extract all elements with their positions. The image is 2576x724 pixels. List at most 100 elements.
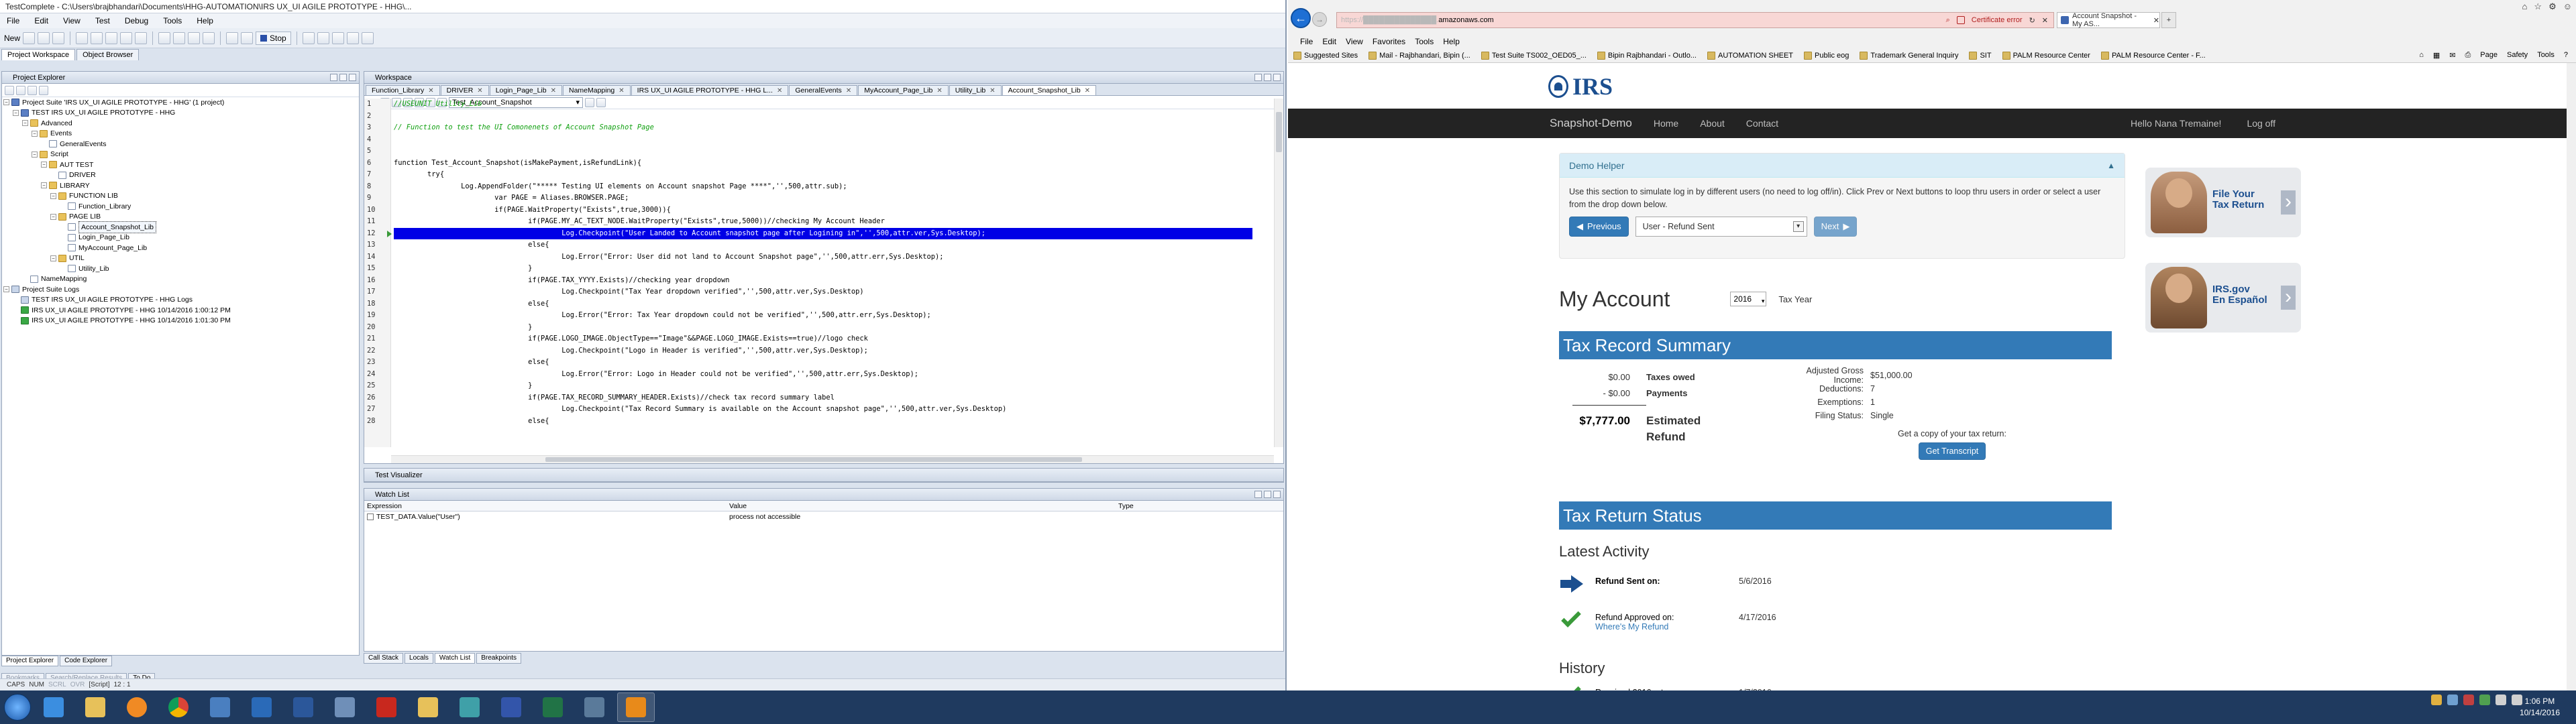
taskbar-media[interactable] [118,692,156,722]
menu-favorites[interactable]: Favorites [1373,37,1405,46]
scroll-thumb[interactable] [545,457,1082,462]
taskbar-excel[interactable] [534,692,572,722]
tree-item[interactable]: − Project Suite 'IRS UX_UI AGILE PROTOTYP… [3,97,359,108]
tree-item[interactable]: Utility_Lib [3,263,359,274]
nav-brand[interactable]: Snapshot-Demo [1550,117,1632,130]
collapse-toggle-icon[interactable]: − [32,151,38,158]
vertical-scrollbar[interactable] [1274,99,1283,447]
tree-item[interactable]: Login_Page_Lib [3,233,359,243]
nav-user-greeting[interactable]: Hello Nana Tremaine! [2131,118,2221,129]
tray-icon[interactable] [2479,695,2490,705]
code-editor[interactable]: 1 2 3 4 5 6 7 8 9 10 11 12 13 14 15 16 17 18 19 20 21 22 23 24 2… [364,99,1283,447]
taskbar-explorer[interactable] [76,692,114,722]
record-icon[interactable] [173,32,186,44]
cut-icon[interactable] [105,32,118,44]
page-scrollbar[interactable] [2567,63,2576,690]
column-expression[interactable]: Expression [364,501,727,511]
tree-item[interactable]: Account_Snapshot_Lib [3,221,359,233]
refresh-icon[interactable]: ↻ [2029,16,2035,25]
pause-icon[interactable] [188,32,201,44]
open-icon[interactable] [23,32,36,44]
menu-file[interactable]: File [1300,37,1313,46]
menu-edit[interactable]: Edit [1322,37,1336,46]
safety-menu[interactable]: Safety [2507,51,2528,60]
step-icon[interactable] [203,32,215,44]
minimize-icon[interactable] [1254,74,1262,81]
taskbar-app3[interactable] [492,692,530,722]
watch-checkbox[interactable] [367,514,374,520]
previous-button[interactable]: ◀ Previous [1569,217,1629,237]
close-icon[interactable]: ✕ [619,87,624,95]
network-icon[interactable] [2496,695,2506,705]
irs-espanol-card[interactable]: IRS.gov En Español › [2145,263,2301,333]
run-icon[interactable] [158,32,171,44]
uncomment-icon[interactable] [346,32,359,44]
collapse-toggle-icon[interactable]: − [41,162,47,168]
rss-icon[interactable]: ▦ [2433,51,2440,60]
copy-icon[interactable] [120,32,133,44]
tree-item[interactable]: Function_Library [3,201,359,212]
tab-call-stack[interactable]: Call Stack [364,653,404,664]
forward-icon[interactable] [16,85,25,95]
taskbar-ie[interactable] [35,692,72,722]
tab-project-explorer[interactable]: Project Explorer [1,656,59,666]
taskbar-chrome[interactable] [160,692,197,722]
menu-file[interactable]: File [4,16,22,25]
object-spy-icon[interactable] [241,32,254,44]
tab-watch-list[interactable]: Watch List [434,653,476,664]
favorite-item[interactable]: Suggested Sites [1293,51,1358,60]
taskbar-folder[interactable] [409,692,447,722]
collapse-toggle-icon[interactable]: − [22,120,28,127]
taskbar-lync[interactable] [243,692,280,722]
close-icon[interactable]: ✕ [846,87,851,95]
redo-icon[interactable] [91,32,103,44]
comment-icon[interactable] [331,32,344,44]
browser-tab-active[interactable]: Account Snapshot - My AS... ✕ [2057,12,2160,28]
editor-tab[interactable]: Function_Library ✕ [366,85,440,95]
close-icon[interactable]: ✕ [936,87,942,95]
demo-helper-header[interactable]: Demo Helper ▲ [1560,154,2125,178]
wheres-my-refund-link[interactable]: Where's My Refund [1595,622,1739,631]
clock[interactable]: 1:06 PM 10/14/2016 [2520,696,2560,719]
tab-project-workspace[interactable]: Project Workspace [1,49,76,60]
tax-year-select[interactable]: 2016 ▾ [1730,292,1767,306]
menu-tools[interactable]: Tools [160,16,184,25]
scroll-thumb[interactable] [1276,112,1282,152]
tree-item[interactable]: − TEST IRS UX_UI AGILE PROTOTYPE - HHG [3,108,359,119]
favorite-item[interactable]: PALM Resource Center - F... [2100,51,2206,60]
editor-tab[interactable]: Utility_Lib ✕ [949,85,1002,95]
tree-item[interactable]: IRS UX_UI AGILE PROTOTYPE - HHG 10/14/20… [3,316,359,326]
editor-tab[interactable]: MyAccount_Page_Lib ✕ [858,85,949,95]
print-icon[interactable]: ⎙ [2465,51,2471,60]
collapse-toggle-icon[interactable]: − [50,255,56,261]
back-button[interactable]: ← [1291,8,1311,28]
tree-item[interactable]: − PAGE LIB [3,212,359,223]
collapse-toggle-icon[interactable]: − [3,286,9,293]
nav-about[interactable]: About [1700,118,1725,129]
tray-icon[interactable] [2431,695,2442,705]
menu-test[interactable]: Test [93,16,113,25]
tree-item[interactable]: NameMapping [3,274,359,285]
column-value[interactable]: Value [727,501,1116,511]
undo-icon[interactable] [76,32,89,44]
tab-breakpoints[interactable]: Breakpoints [476,653,522,664]
tree-item[interactable]: − Script [3,149,359,160]
search-icon[interactable]: ⌕ [1946,16,1950,25]
irs-logo[interactable]: IRS [1548,72,1613,101]
tree-item[interactable]: − Advanced [3,118,359,129]
tree-item[interactable]: MyAccount_Page_Lib [3,243,359,253]
close-icon[interactable]: ✕ [477,87,482,95]
new-tab-button[interactable]: + [2161,12,2176,28]
tree-item[interactable]: GeneralEvents [3,139,359,149]
editor-tab[interactable]: Account_Snapshot_Lib ✕ [1002,85,1097,95]
next-button[interactable]: Next ▶ [1813,217,1858,237]
file-tax-return-card[interactable]: File Your Tax Return › [2145,168,2301,237]
paste-icon[interactable] [135,32,148,44]
start-button[interactable] [4,694,31,721]
tray-icon[interactable] [2463,695,2474,705]
taskbar-pdf[interactable] [368,692,405,722]
menu-view[interactable]: View [1346,37,1363,46]
favorite-item[interactable]: Bipin Rajbhandari - Outlo... [1597,51,1697,60]
taskbar-app2[interactable] [451,692,488,722]
address-bar[interactable]: https://██████████████. amazonaws.com ⌕ C… [1336,12,2054,28]
